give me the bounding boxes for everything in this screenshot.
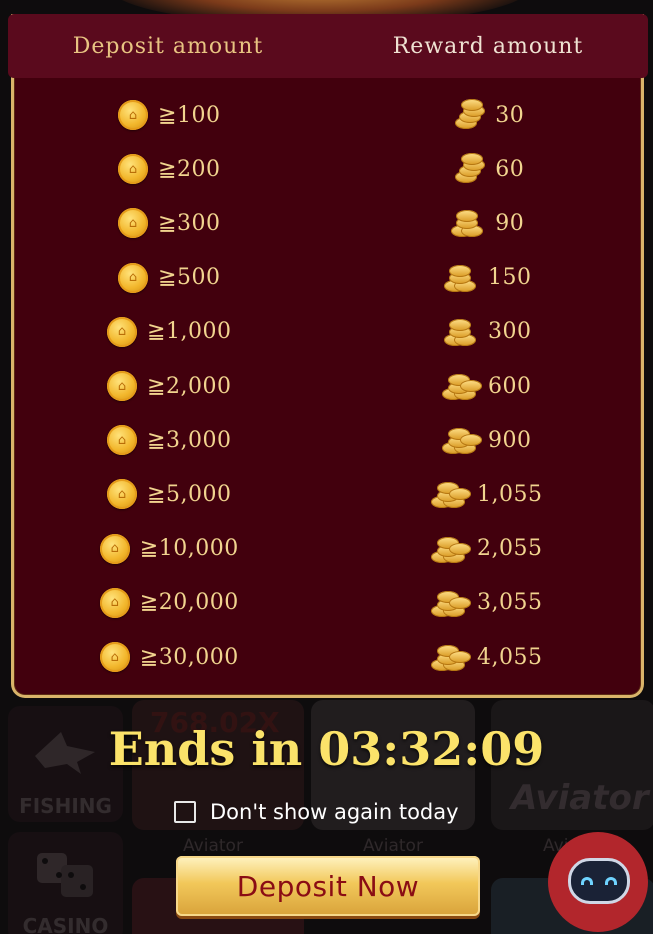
reward-value: 1,055 [477,481,543,507]
reward-cell: 30 [328,99,645,131]
gold-coin-icon: ⌂ [118,208,149,239]
table-row: ⌂ ≧30,000 4,055 [11,630,644,684]
table-header: Deposit amount Reward amount [8,14,648,78]
deposit-cell: ⌂ ≧1,000 [11,316,328,347]
deposit-now-button[interactable]: Deposit Now [176,856,480,916]
gold-coin-icon: ⌂ [118,154,149,185]
deposit-value: ≧100 [158,102,221,128]
deposit-cell: ⌂ ≧300 [11,208,328,239]
dont-show-label: Don't show again today [210,800,459,824]
deposit-value: ≧30,000 [139,644,239,670]
table-row: ⌂ ≧1,000 300 [11,305,644,359]
header-deposit-amount: Deposit amount [72,33,264,59]
table-row: ⌂ ≧200 60 [11,142,644,196]
reward-cell: 1,055 [328,478,645,510]
reward-cell: 300 [328,316,645,348]
reward-value: 4,055 [477,644,543,670]
gold-coin-icon: ⌂ [118,100,149,130]
deposit-cell: ⌂ ≧5,000 [11,479,328,510]
deposit-cell: ⌂ ≧30,000 [11,642,328,672]
coin-stack-icon [447,99,486,131]
gold-coin-icon: ⌂ [99,533,130,564]
deposit-value: ≧200 [158,156,221,182]
table-row: ⌂ ≧300 90 [11,196,644,250]
coin-stack-icon [429,478,471,510]
reward-cell: 600 [328,370,645,402]
coin-stack-icon [429,533,471,565]
deposit-value: ≧20,000 [139,590,239,616]
table-row: ⌂ ≧100 30 [11,88,644,142]
gold-coin-icon: ⌂ [107,425,138,456]
deposit-value: ≧5,000 [147,481,232,507]
coin-stack-icon [440,262,478,294]
reward-value: 150 [488,265,532,291]
coin-stack-icon [429,587,471,619]
table-row: ⌂ ≧500 150 [11,251,644,305]
gold-coin-icon: ⌂ [99,642,130,672]
reward-cell: 900 [328,424,645,456]
deposit-cell: ⌂ ≧20,000 [11,587,328,618]
dont-show-again[interactable]: Don't show again today [174,800,459,824]
table-row: ⌂ ≧5,000 1,055 [11,467,644,521]
coin-stack-icon [440,316,478,348]
deposit-cell: ⌂ ≧10,000 [11,533,328,564]
table-row: ⌂ ≧2,000 600 [11,359,644,413]
reward-cell: 60 [328,153,645,185]
header-reward-amount: Reward amount [392,33,584,59]
reward-cell: 150 [328,262,645,294]
deposit-value: ≧3,000 [147,427,232,453]
coin-stack-icon [440,370,482,402]
table-row: ⌂ ≧3,000 900 [11,413,644,467]
deposit-cell: ⌂ ≧200 [11,154,328,185]
reward-cell: 90 [328,207,645,239]
gold-coin-icon: ⌂ [99,587,130,618]
reward-cell: 3,055 [328,587,645,619]
gold-coin-icon: ⌂ [107,316,138,347]
reward-value: 300 [488,319,532,345]
deposit-value: ≧2,000 [147,373,232,399]
countdown-timer: Ends in 03:32:09 [108,722,545,776]
reward-cell: 2,055 [328,533,645,565]
deposit-value: ≧1,000 [147,319,232,345]
coin-stack-icon [440,424,482,456]
gold-coin-icon: ⌂ [107,371,138,401]
reward-value: 2,055 [477,536,543,562]
gold-coin-icon: ⌂ [107,479,138,510]
reward-value: 3,055 [477,590,543,616]
robot-eye [605,877,617,885]
deposit-value: ≧300 [158,210,221,236]
reward-value: 600 [488,373,532,399]
reward-value: 30 [495,102,525,128]
robot-face [568,858,630,904]
deposit-cell: ⌂ ≧2,000 [11,371,328,401]
reward-value: 60 [495,156,525,182]
deposit-cell: ⌂ ≧500 [11,262,328,293]
reward-value: 90 [495,210,525,236]
coin-stack-icon [429,641,471,673]
reward-cell: 4,055 [328,641,645,673]
robot-eye [581,877,593,885]
deposit-cell: ⌂ ≧100 [11,100,328,130]
table-row: ⌂ ≧10,000 2,055 [11,522,644,576]
dont-show-checkbox[interactable] [174,801,196,823]
reward-value: 900 [488,427,532,453]
table-row: ⌂ ≧20,000 3,055 [11,576,644,630]
coin-stack-icon [447,207,485,239]
deposit-value: ≧10,000 [139,536,239,562]
coin-stack-icon [447,153,486,185]
support-robot-icon[interactable] [548,832,648,932]
deposit-value: ≧500 [158,265,221,291]
gold-coin-icon: ⌂ [118,262,149,293]
deposit-cell: ⌂ ≧3,000 [11,425,328,456]
